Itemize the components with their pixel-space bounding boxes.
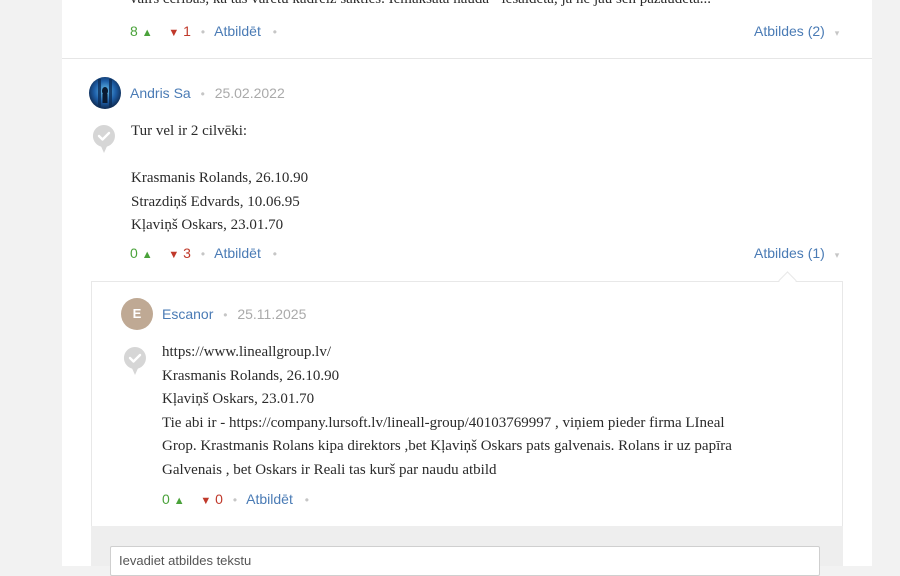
arrow-down-icon[interactable]: ▼ [200,495,211,507]
reply-body: https://www.lineallgroup.lv/ Krasmanis R… [162,341,732,482]
reply-line: Grop. Krastmanis Rolans kipa direktors ,… [162,438,732,454]
arrow-up-icon[interactable]: ▲ [142,249,153,261]
replies-toggle[interactable]: Atbildes (1) ▾ [754,245,839,261]
replies-toggle[interactable]: Atbildes (2) ▾ [754,23,839,39]
downvote-count: 0 [215,491,223,507]
downvote-count: 3 [183,245,191,261]
separator-dot: • [200,87,205,101]
separator-dot: • [223,308,228,322]
comment-line: Kļaviņš Oskars, 23.01.70 [131,217,284,233]
reply-actions: 0 ▲ ▼ 0 • Atbildēt • [162,491,309,507]
comment-body: Tur vel ir 2 cilvēki: Krasmanis Rolands,… [131,120,308,238]
upvote-count: 0 [130,245,138,261]
reply-line: https://www.lineallgroup.lv/ [162,344,332,360]
divider [62,58,872,59]
author-name[interactable]: Escanor [162,306,213,322]
upvote-count: 0 [162,491,170,507]
reply-line: Tie abi ir - https://company.lursoft.lv/… [162,414,725,431]
check-badge-icon [123,346,147,376]
chevron-down-icon[interactable]: ▾ [835,250,840,260]
separator-dot: • [200,25,206,39]
upvote-count: 8 [130,23,138,39]
chevron-down-icon[interactable]: ▾ [835,28,840,38]
comment-line: Strazdiņš Edvards, 10.06.95 [131,193,300,210]
reply-line: Galvenais , bet Oskars ir Reali tas kurš… [162,461,497,478]
replies-count-label[interactable]: Atbildes (2) [754,23,825,39]
separator-dot: • [200,247,206,261]
avatar[interactable]: E [121,298,153,330]
reply-date: 25.11.2025 [237,306,307,322]
comment-actions: 0 ▲ ▼ 3 • Atbildēt • [130,245,277,261]
comment-line: Tur vel ir 2 cilvēki: [131,123,248,139]
separator-dot: • [272,25,277,39]
reply-button[interactable]: Atbildēt [246,491,293,507]
reply-header: Escanor • 25.11.2025 [162,306,306,322]
arrow-down-icon[interactable]: ▼ [168,27,179,39]
reply-text-input[interactable]: Ievadiet atbildes tekstu [110,546,820,576]
arrow-up-icon[interactable]: ▲ [142,27,153,39]
separator-dot: • [272,247,277,261]
check-badge-icon [92,124,116,154]
comment-line [131,144,308,168]
replies-count-label[interactable]: Atbildes (1) [754,245,825,261]
downvote-count: 1 [183,23,191,39]
arrow-up-icon[interactable]: ▲ [174,495,185,507]
comments-card: vairs cerības, ka tas varētu kādreiz sak… [62,0,872,576]
separator-dot: • [232,493,238,507]
reply-line: Kļaviņš Oskars, 23.01.70 [162,391,315,407]
reply-line: Krasmanis Rolands, 26.10.90 [162,367,340,384]
separator-dot: • [304,493,309,507]
avatar[interactable] [89,77,121,109]
arrow-down-icon[interactable]: ▼ [168,249,179,261]
comment-header: Andris Sa • 25.02.2022 [130,85,285,101]
comment-line: Krasmanis Rolands, 26.10.90 [131,170,309,186]
author-name[interactable]: Andris Sa [130,85,191,101]
top-comment-actions: 8 ▲ ▼ 1 • Atbildēt • [130,23,277,39]
reply-button[interactable]: Atbildēt [214,23,261,39]
reply-button[interactable]: Atbildēt [214,245,261,261]
comment-date: 25.02.2022 [214,85,285,101]
top-comment-text: vairs cerības, ka tas varētu kādreiz sak… [130,0,711,8]
